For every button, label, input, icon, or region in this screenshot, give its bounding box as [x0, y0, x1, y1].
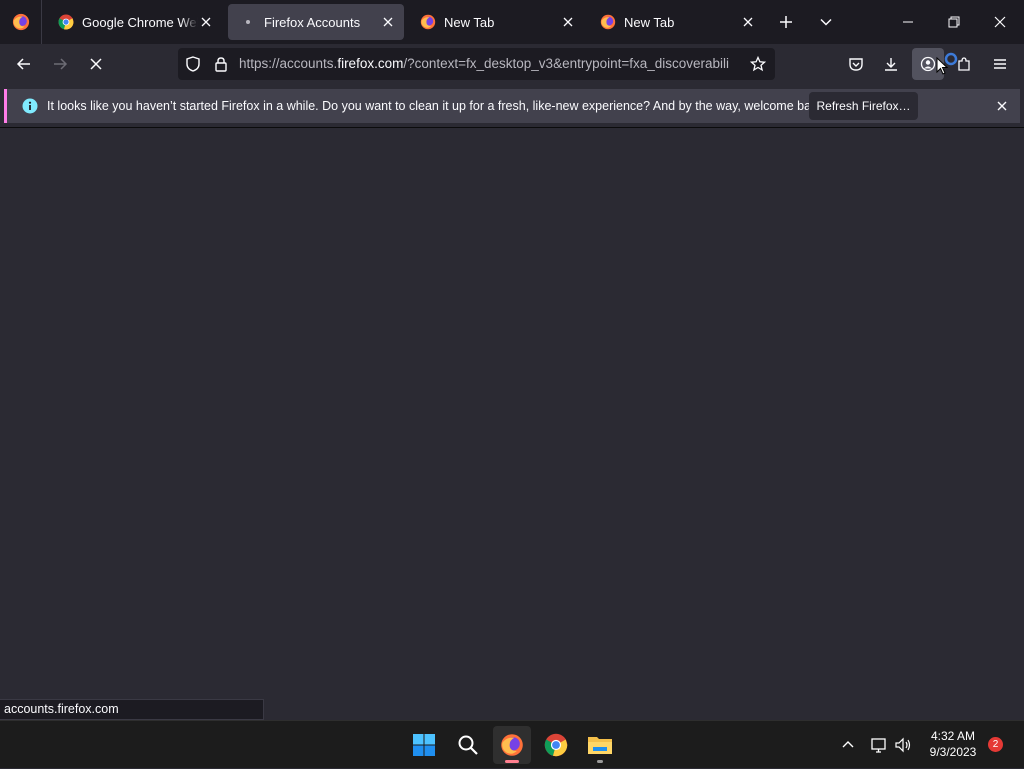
speaker-icon — [895, 737, 911, 753]
firefox-icon — [420, 14, 436, 30]
restore-button[interactable] — [938, 6, 970, 38]
restore-icon — [948, 16, 960, 28]
forward-button[interactable] — [44, 48, 76, 80]
status-panel: accounts.firefox.com — [0, 699, 264, 720]
refresh-notification-bar: It looks like you haven’t started Firefo… — [4, 89, 1020, 123]
tab-chrome-web-store[interactable]: Google Chrome Web Store — [46, 4, 222, 40]
tab-new-tab-2[interactable]: New Tab — [588, 4, 764, 40]
taskbar-firefox[interactable] — [493, 726, 531, 764]
taskbar-chrome[interactable] — [537, 726, 575, 764]
tab-title: New Tab — [624, 14, 675, 30]
url-text[interactable]: https://accounts.firefox.com/?context=fx… — [239, 48, 741, 80]
show-hidden-icons-button[interactable] — [836, 721, 860, 769]
url-bar[interactable]: https://accounts.firefox.com/?context=fx… — [178, 48, 775, 80]
mouse-cursor-icon — [936, 56, 949, 80]
notification-count-badge[interactable]: 2 — [988, 737, 1003, 752]
download-icon — [885, 58, 897, 71]
windows-logo-icon — [413, 734, 435, 756]
arrow-right-icon — [54, 58, 68, 70]
app-menu-button[interactable] — [984, 48, 1016, 80]
url-domain: firefox.com — [337, 56, 404, 71]
loading-dot-icon — [240, 14, 256, 30]
close-tab-icon[interactable] — [560, 14, 576, 30]
tab-new-tab-1[interactable]: New Tab — [408, 4, 584, 40]
plus-icon — [780, 16, 792, 28]
close-tab-icon[interactable] — [740, 14, 756, 30]
search-icon — [458, 735, 478, 755]
stop-icon — [90, 58, 102, 70]
clock-time: 4:32 AM — [930, 729, 976, 743]
tracking-shield-icon[interactable] — [185, 56, 201, 77]
windows-taskbar: 4:32 AM 9/3/2023 — [0, 720, 1024, 768]
close-icon — [994, 16, 1006, 28]
network-tray-button[interactable] — [867, 721, 891, 769]
pocket-icon — [849, 58, 863, 71]
new-tab-button[interactable] — [770, 6, 802, 38]
extensions-button[interactable] — [948, 48, 980, 80]
taskbar-clock[interactable]: 4:32 AM 9/3/2023 — [920, 728, 986, 760]
url-prefix: https://accounts. — [239, 56, 338, 71]
stop-button[interactable] — [80, 48, 112, 80]
search-button[interactable] — [449, 726, 487, 764]
hamburger-menu-icon — [994, 59, 1006, 69]
chrome-icon — [58, 14, 74, 30]
volume-tray-button[interactable] — [891, 721, 915, 769]
notification-message: It looks like you haven’t started Firefo… — [47, 99, 828, 113]
arrow-left-icon — [16, 58, 30, 70]
minimize-icon — [903, 21, 913, 23]
tab-firefox-accounts[interactable]: Firefox Accounts — [228, 4, 404, 40]
firefox-icon — [501, 734, 523, 756]
start-button[interactable] — [405, 726, 443, 764]
firefox-icon — [600, 14, 616, 30]
close-tab-icon[interactable] — [380, 14, 396, 30]
list-all-tabs-button[interactable] — [810, 6, 842, 38]
active-indicator — [505, 760, 519, 763]
tab-title: Firefox Accounts — [264, 14, 361, 30]
tab-title: Google Chrome Web Store — [82, 14, 198, 30]
back-button[interactable] — [8, 48, 40, 80]
taskbar-file-explorer[interactable] — [581, 726, 619, 764]
tab-strip: Google Chrome Web Store Firefox Accounts… — [0, 0, 1024, 44]
close-icon — [997, 101, 1007, 111]
info-icon — [22, 98, 38, 119]
tab-title: New Tab — [444, 14, 495, 30]
folder-icon — [588, 737, 612, 754]
close-window-button[interactable] — [984, 6, 1016, 38]
puzzle-piece-icon — [958, 57, 970, 71]
navigation-toolbar: https://accounts.firefox.com/?context=fx… — [0, 44, 1024, 84]
chrome-icon — [544, 733, 568, 757]
firefox-icon — [12, 13, 29, 31]
close-tab-icon[interactable] — [198, 14, 214, 30]
chevron-up-icon — [842, 741, 854, 748]
close-notification-button[interactable] — [992, 96, 1012, 116]
chevron-down-icon — [820, 18, 832, 26]
url-suffix: /?context=fx_desktop_v3&entrypoint=fxa_d… — [403, 56, 730, 71]
refresh-firefox-button[interactable]: Refresh Firefox… — [809, 92, 918, 120]
network-icon — [871, 738, 886, 753]
firefox-view-button[interactable] — [0, 0, 42, 44]
pocket-button[interactable] — [840, 48, 872, 80]
minimize-button[interactable] — [892, 6, 924, 38]
running-indicator — [597, 760, 603, 763]
account-icon — [920, 56, 936, 72]
clock-date: 9/3/2023 — [929, 745, 977, 759]
page-content — [0, 128, 1024, 720]
lock-icon[interactable] — [213, 56, 229, 77]
downloads-button[interactable] — [875, 48, 907, 80]
bookmark-star-icon[interactable] — [749, 55, 767, 77]
